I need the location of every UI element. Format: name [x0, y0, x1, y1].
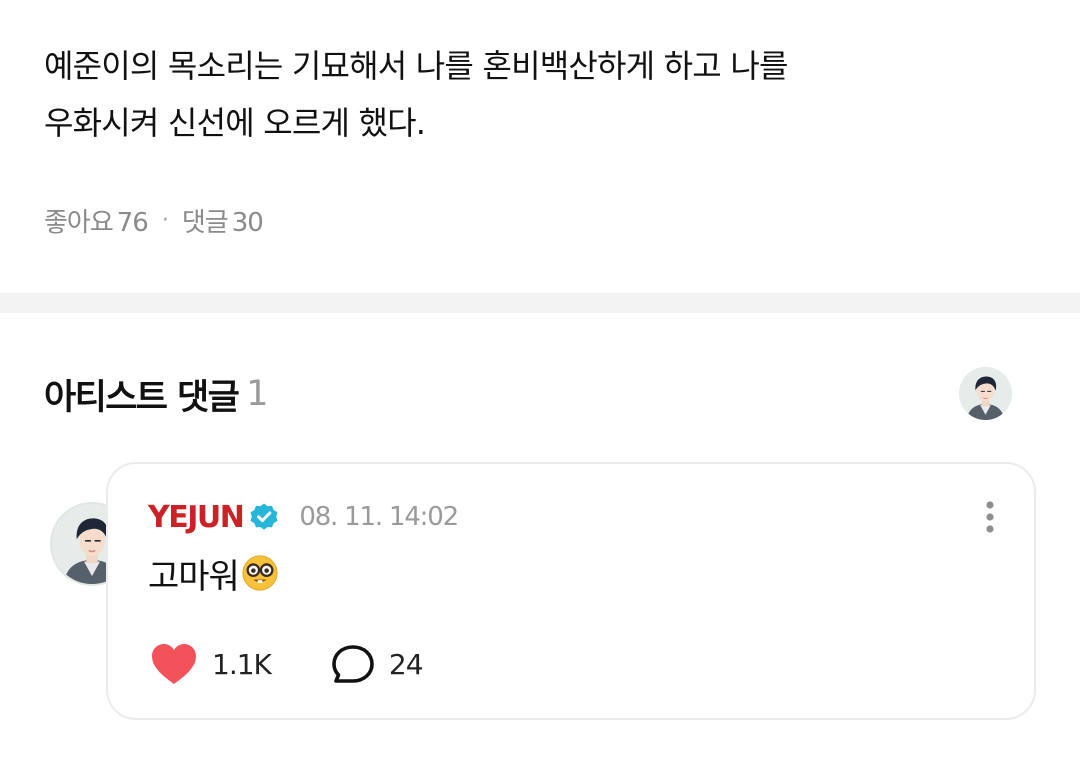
- section-divider: [0, 293, 1080, 313]
- likes-stat[interactable]: 좋아요 76: [44, 202, 149, 239]
- artist-comments-title: 아티스트 댓글: [44, 377, 240, 418]
- reply-button[interactable]: 24: [331, 644, 424, 684]
- post-body: 예준이의 목소리는 기묘해서 나를 혼비백산하게 하고 나를 우화시켜 신선에 …: [44, 38, 1034, 152]
- nerd-face-icon: [242, 555, 278, 591]
- comments-count: 30: [231, 207, 264, 238]
- like-count: 1.1K: [212, 647, 272, 681]
- comments-stat[interactable]: 댓글 30: [181, 202, 264, 239]
- speech-bubble-icon: [332, 645, 374, 683]
- artist-portrait-icon: [959, 367, 1012, 420]
- comment-author-name[interactable]: YEJUN: [148, 500, 245, 535]
- post-body-line: 예준이의 목소리는 기묘해서 나를 혼비백산하게 하고 나를: [44, 47, 788, 85]
- heart-icon: [152, 644, 196, 684]
- post-stats: 좋아요 76 · 댓글 30: [44, 200, 264, 240]
- artist-comments-count: 1: [246, 374, 268, 414]
- artist-comments-header: 아티스트 댓글 1: [44, 368, 268, 420]
- likes-label: 좋아요: [44, 207, 114, 238]
- comments-label: 댓글: [181, 207, 229, 238]
- comment-content: 고마워: [148, 548, 279, 598]
- more-vertical-icon[interactable]: [984, 500, 996, 534]
- comment-text: 고마워: [148, 556, 240, 597]
- like-button[interactable]: 1.1K: [150, 642, 272, 686]
- comment-meta: YEJUN 08. 11. 14:02: [148, 496, 459, 538]
- comment-actions: 1.1K 24: [150, 640, 424, 688]
- reply-count: 24: [388, 647, 424, 681]
- artist-comment-card[interactable]: YEJUN 08. 11. 14:02 고마워 1.1K 24: [106, 462, 1036, 720]
- stat-separator: ·: [161, 207, 169, 233]
- artist-avatar-filter[interactable]: [959, 367, 1012, 420]
- comment-date: 08. 11. 14:02: [299, 502, 459, 532]
- likes-count: 76: [116, 207, 149, 238]
- post-body-line: 우화시켜 신선에 오르게 했다.: [44, 104, 426, 142]
- verified-badge-icon: [250, 503, 278, 530]
